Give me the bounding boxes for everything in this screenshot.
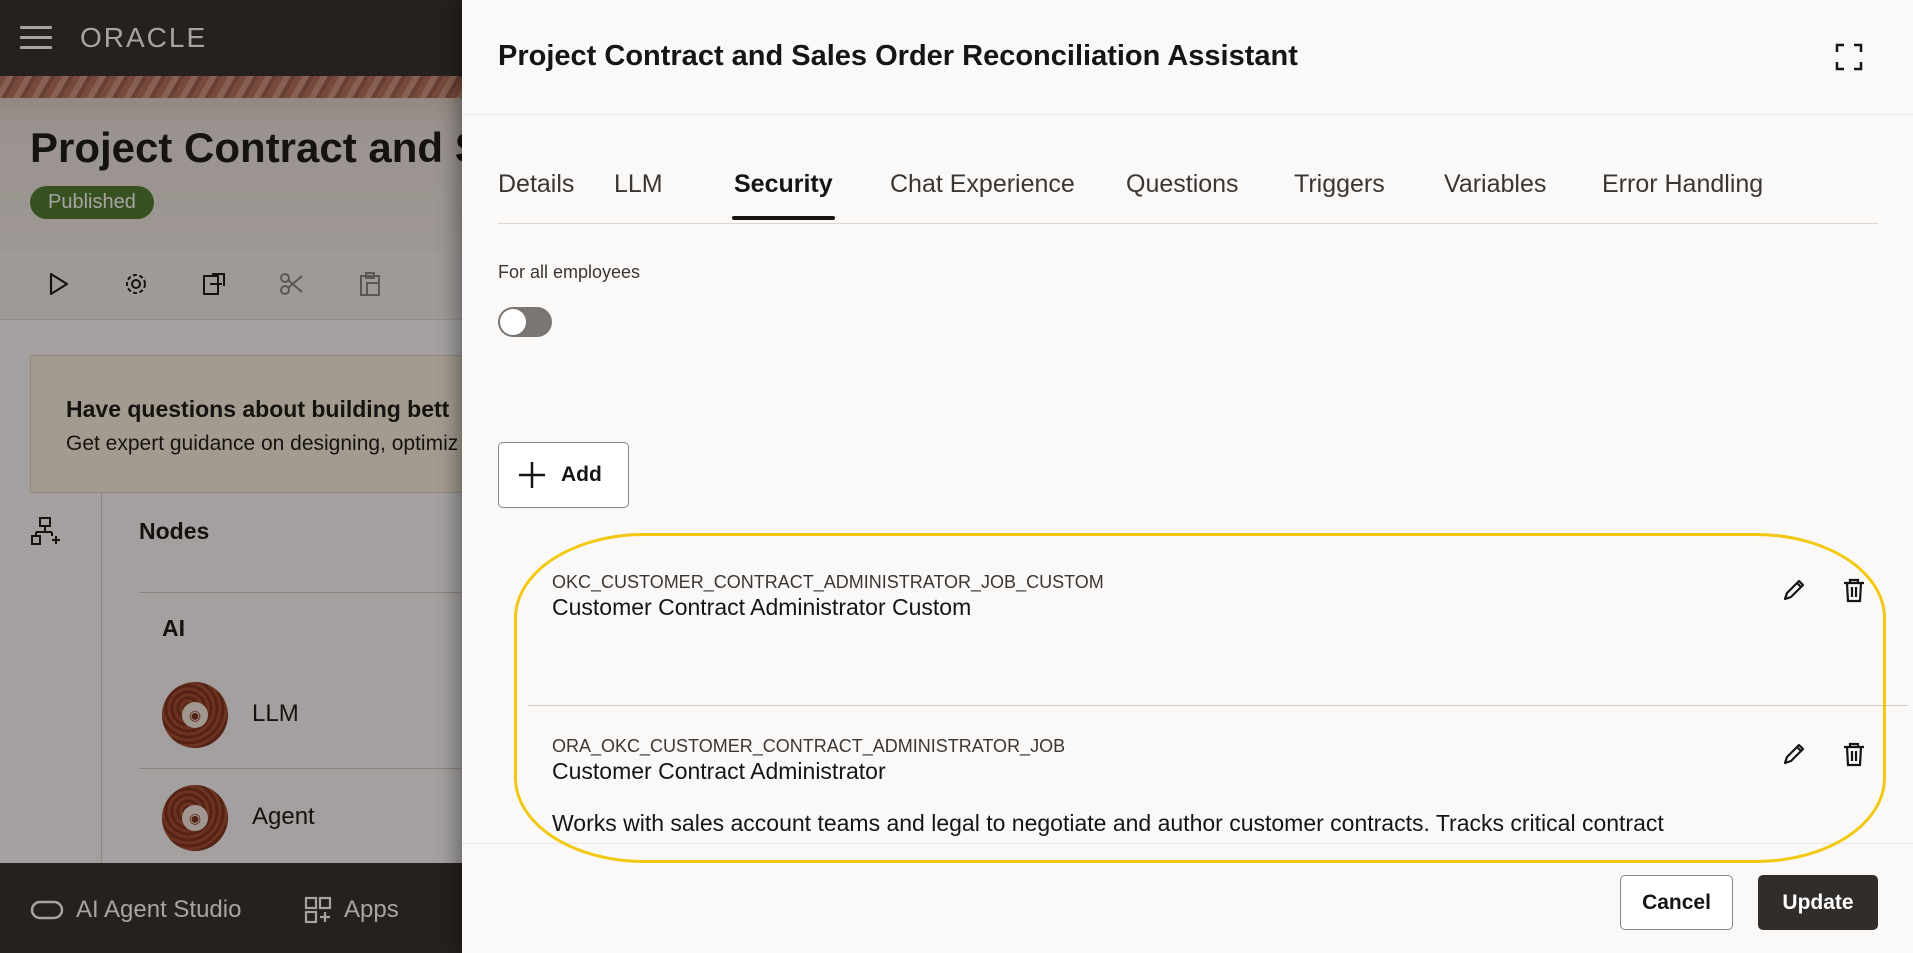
role-list-item: ORA_OKC_CUSTOMER_CONTRACT_ADMINISTRATOR_… xyxy=(528,736,1908,846)
tab-triggers[interactable]: Triggers xyxy=(1294,170,1385,217)
role-description: Works with sales account teams and legal… xyxy=(552,810,1664,836)
edit-pencil-icon[interactable] xyxy=(1774,734,1814,774)
tab-variables[interactable]: Variables xyxy=(1444,170,1546,217)
role-name: Customer Contract Administrator xyxy=(552,758,886,784)
cancel-button[interactable]: Cancel xyxy=(1620,875,1733,930)
edit-agent-drawer: Project Contract and Sales Order Reconci… xyxy=(462,0,1913,953)
role-code: OKC_CUSTOMER_CONTRACT_ADMINISTRATOR_JOB_… xyxy=(552,572,1104,592)
tab-bar: Details LLM Security Chat Experience Que… xyxy=(498,170,1878,224)
plus-icon xyxy=(519,462,545,488)
drawer-title: Project Contract and Sales Order Reconci… xyxy=(498,40,1298,72)
role-list-item: OKC_CUSTOMER_CONTRACT_ADMINISTRATOR_JOB_… xyxy=(528,572,1908,692)
tab-details[interactable]: Details xyxy=(498,170,574,217)
update-button[interactable]: Update xyxy=(1758,875,1878,930)
for-all-employees-toggle[interactable] xyxy=(498,307,552,337)
role-code: ORA_OKC_CUSTOMER_CONTRACT_ADMINISTRATOR_… xyxy=(552,736,1066,756)
tab-chat-experience[interactable]: Chat Experience xyxy=(890,170,1075,217)
tab-error-handling[interactable]: Error Handling xyxy=(1602,170,1763,217)
tab-llm[interactable]: LLM xyxy=(614,170,663,217)
divider xyxy=(462,843,1913,844)
divider xyxy=(528,705,1908,706)
for-all-employees-label: For all employees xyxy=(498,262,641,282)
fullscreen-icon[interactable] xyxy=(1834,42,1864,72)
add-button-label: Add xyxy=(561,463,602,486)
drawer-header: Project Contract and Sales Order Reconci… xyxy=(462,0,1913,115)
delete-trash-icon[interactable] xyxy=(1834,734,1874,774)
tab-questions[interactable]: Questions xyxy=(1126,170,1239,217)
tab-security[interactable]: Security xyxy=(732,170,835,220)
delete-trash-icon[interactable] xyxy=(1834,570,1874,610)
role-name: Customer Contract Administrator Custom xyxy=(552,594,972,620)
edit-pencil-icon[interactable] xyxy=(1774,570,1814,610)
toggle-knob xyxy=(500,309,526,335)
add-role-button[interactable]: Add xyxy=(498,442,629,508)
